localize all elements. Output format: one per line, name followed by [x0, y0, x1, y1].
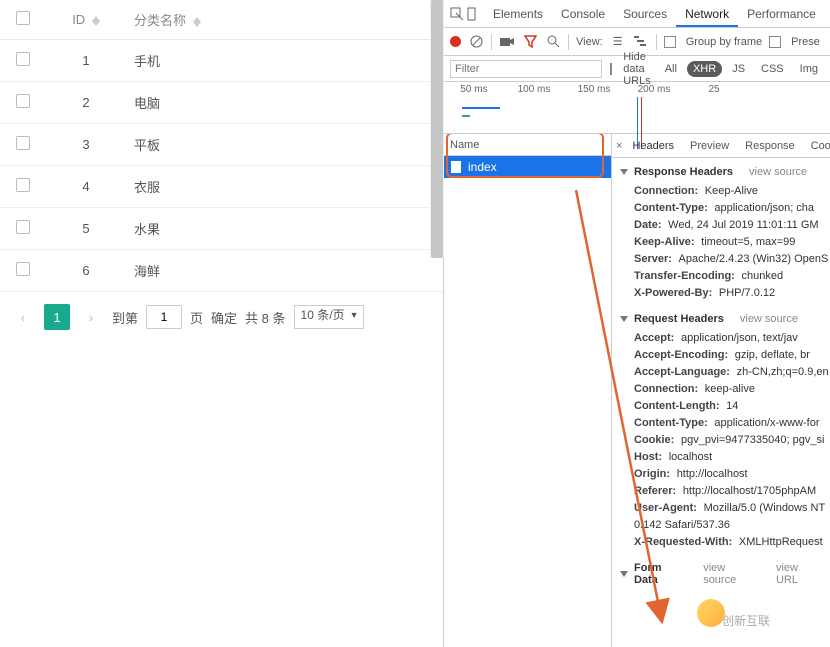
- table-row[interactable]: 3平板: [0, 124, 443, 166]
- request-detail: × HeadersPreviewResponseCoo Response Hea…: [612, 134, 830, 647]
- filter-input[interactable]: [450, 60, 602, 78]
- devtools-tab-sources[interactable]: Sources: [614, 1, 676, 27]
- header-row: Date: Wed, 24 Jul 2019 11:01:11 GM: [620, 216, 822, 233]
- total-count: 共 8 条: [245, 308, 285, 327]
- list-view-icon[interactable]: ☰: [610, 34, 626, 50]
- header-row: Accept-Encoding: gzip, deflate, br: [620, 346, 822, 363]
- header-row: Host: localhost: [620, 448, 822, 465]
- header-row: Cookie: pgv_pvi=9477335040; pgv_si: [620, 431, 822, 448]
- response-headers-section[interactable]: Response Headersview source: [620, 162, 822, 182]
- goto-label: 到第: [112, 308, 138, 327]
- type-filter-css[interactable]: CSS: [755, 61, 790, 77]
- header-row: Content-Type: application/json; cha: [620, 199, 822, 216]
- inspect-icon[interactable]: [450, 3, 464, 25]
- request-list: Name index: [444, 134, 612, 647]
- header-row: X-Requested-With: XMLHttpRequest: [620, 533, 822, 550]
- watermark-text: 创新互联: [722, 612, 770, 629]
- page-label: 页: [190, 308, 203, 327]
- file-icon: [450, 160, 462, 174]
- confirm-button[interactable]: 确定: [211, 308, 237, 327]
- header-row: Connection: keep-alive: [620, 380, 822, 397]
- waterfall-view-icon[interactable]: [633, 34, 649, 50]
- type-filter-all[interactable]: All: [659, 61, 683, 77]
- header-row: Referer: http://localhost/1705phpAM: [620, 482, 822, 499]
- page-size-select[interactable]: 10 条/页: [294, 305, 364, 329]
- category-table: ID 分类名称 1手机2电脑3平板4衣服5水果6海鲜: [0, 0, 443, 292]
- row-checkbox[interactable]: [16, 94, 30, 108]
- header-row: Content-Length: 14: [620, 397, 822, 414]
- page-current[interactable]: 1: [44, 304, 70, 330]
- table-row[interactable]: 6海鲜: [0, 250, 443, 292]
- table-row[interactable]: 5水果: [0, 208, 443, 250]
- devtools-tab-performance[interactable]: Performance: [738, 1, 825, 27]
- type-filter-xhr[interactable]: XHR: [687, 61, 722, 77]
- timeline[interactable]: 50 ms100 ms150 ms200 ms25: [444, 82, 830, 134]
- pagination: ‹ 1 › 到第 页 确定 共 8 条 10 条/页: [0, 292, 443, 342]
- devtools-tabbar: ElementsConsoleSourcesNetworkPerformance: [444, 0, 830, 28]
- hide-urls-checkbox[interactable]: [610, 63, 612, 75]
- clear-icon[interactable]: [468, 34, 484, 50]
- devtools-tab-console[interactable]: Console: [552, 1, 614, 27]
- row-checkbox[interactable]: [16, 220, 30, 234]
- goto-page-input[interactable]: [146, 305, 182, 329]
- checkbox-all[interactable]: [16, 11, 30, 25]
- header-row: Content-Type: application/x-www-for: [620, 414, 822, 431]
- row-checkbox[interactable]: [16, 178, 30, 192]
- header-row: Connection: Keep-Alive: [620, 182, 822, 199]
- view-label: View:: [576, 36, 603, 48]
- admin-table-panel: ID 分类名称 1手机2电脑3平板4衣服5水果6海鲜: [0, 0, 444, 647]
- preserve-checkbox[interactable]: [769, 36, 781, 48]
- search-icon[interactable]: [545, 34, 561, 50]
- detail-tab-response[interactable]: Response: [737, 136, 803, 156]
- filter-bar: Hide data URLs AllXHRJSCSSImg: [444, 56, 830, 82]
- col-name: 分类名称: [134, 13, 186, 28]
- request-headers-section[interactable]: Request Headersview source: [620, 309, 822, 329]
- group-checkbox[interactable]: [664, 36, 676, 48]
- sort-icon[interactable]: [193, 17, 201, 27]
- type-filter-img[interactable]: Img: [794, 61, 824, 77]
- detail-tab-coo[interactable]: Coo: [803, 136, 830, 156]
- header-row: Server: Apache/2.4.23 (Win32) OpenS: [620, 250, 822, 267]
- camera-icon[interactable]: [499, 34, 515, 50]
- sort-icon[interactable]: [92, 16, 100, 26]
- devtools-panel: ElementsConsoleSourcesNetworkPerformance…: [444, 0, 830, 647]
- col-id: ID: [72, 12, 85, 27]
- header-row: Accept: application/json, text/jav: [620, 329, 822, 346]
- header-row: Accept-Language: zh-CN,zh;q=0.9,en: [620, 363, 822, 380]
- close-icon[interactable]: ×: [616, 140, 622, 152]
- row-checkbox[interactable]: [16, 52, 30, 66]
- header-row: Transfer-Encoding: chunked: [620, 267, 822, 284]
- form-data-section[interactable]: Form Dataview sourceview URL: [620, 558, 822, 590]
- header-row: Origin: http://localhost: [620, 465, 822, 482]
- detail-tab-preview[interactable]: Preview: [682, 136, 737, 156]
- header-row: User-Agent: Mozilla/5.0 (Windows NT: [620, 499, 822, 516]
- devtools-tab-elements[interactable]: Elements: [484, 1, 552, 27]
- header-row: 0.142 Safari/537.36: [620, 516, 822, 533]
- device-icon[interactable]: [466, 3, 480, 25]
- header-row: X-Powered-By: PHP/7.0.12: [620, 284, 822, 301]
- detail-tab-headers[interactable]: Headers: [624, 136, 682, 156]
- request-item[interactable]: index: [444, 156, 611, 178]
- prev-page-button[interactable]: ‹: [10, 304, 36, 330]
- type-filter-js[interactable]: JS: [726, 61, 751, 77]
- row-checkbox[interactable]: [16, 262, 30, 276]
- devtools-tab-network[interactable]: Network: [676, 1, 738, 27]
- watermark-logo: [697, 599, 725, 627]
- name-column: Name: [450, 139, 479, 151]
- table-row[interactable]: 4衣服: [0, 166, 443, 208]
- row-checkbox[interactable]: [16, 136, 30, 150]
- header-row: Keep-Alive: timeout=5, max=99: [620, 233, 822, 250]
- record-icon[interactable]: [450, 36, 461, 47]
- filter-icon[interactable]: [522, 34, 538, 50]
- table-row[interactable]: 2电脑: [0, 82, 443, 124]
- next-page-button[interactable]: ›: [78, 304, 104, 330]
- table-row[interactable]: 1手机: [0, 40, 443, 82]
